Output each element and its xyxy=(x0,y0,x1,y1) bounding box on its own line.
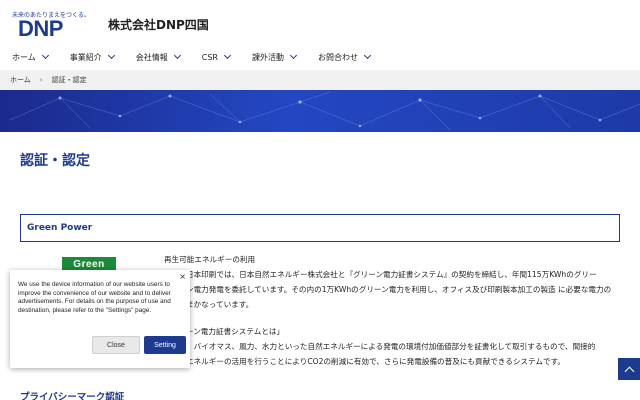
site-header: 未来のあたりまえをつくる。 DNP 株式会社DNP四国 xyxy=(0,0,640,44)
chevron-up-icon xyxy=(624,366,634,376)
chevron-down-icon xyxy=(363,51,372,60)
nav-item-label: 課外活動 xyxy=(252,52,284,62)
dnp-logo[interactable]: 未来のあたりまえをつくる。 DNP xyxy=(12,10,90,41)
cookie-setting-button[interactable]: Setting xyxy=(144,336,186,354)
paragraph-line: 、バイオマス、風力、水力といった自然エネルギーによる発電の環境付加価値部分を証書… xyxy=(186,342,596,351)
nav-item-contact[interactable]: お問合わせ xyxy=(318,51,372,63)
nav-item-label: 会社情報 xyxy=(135,52,168,62)
nav-item-business[interactable]: 事業紹介 xyxy=(69,51,115,63)
cookie-consent-dialog: × We use the device information of our w… xyxy=(10,270,190,368)
company-name[interactable]: 株式会社DNP四国 xyxy=(108,16,209,33)
paragraph-line: エネルギーの活用を行うことによりCO2の削減に有効で、さらに発電設備の普及にも貢… xyxy=(186,357,566,366)
paragraph-line: まかなっています。 xyxy=(186,300,254,309)
breadcrumb-current: 認証・認定 xyxy=(51,76,87,84)
cookie-message: We use the device information of our web… xyxy=(18,281,171,314)
close-icon[interactable]: × xyxy=(179,272,186,281)
main-nav: ホーム 事業紹介 会社情報 CSR 課外活動 お問合わせ xyxy=(0,44,640,70)
cookie-close-button[interactable]: Close xyxy=(92,336,140,354)
nav-item-label: ホーム xyxy=(12,52,36,62)
nav-item-label: 事業紹介 xyxy=(69,52,102,62)
breadcrumb: ホーム › 認証・認定 xyxy=(0,70,640,90)
breadcrumb-home[interactable]: ホーム xyxy=(10,75,31,85)
paragraph-line: 再生可能エネルギーの利用 xyxy=(164,255,256,264)
section-heading-green-power: Green Power xyxy=(20,214,620,242)
nav-item-home[interactable]: ホーム xyxy=(12,51,49,63)
chevron-down-icon xyxy=(107,51,115,60)
breadcrumb-separator: › xyxy=(39,76,43,84)
paragraph-line: 日本印刷では、日本自然エネルギー株式会社と『グリーン電力証書システム』の契約を締… xyxy=(186,270,597,279)
chevron-down-icon xyxy=(173,51,181,60)
nav-item-csr[interactable]: CSR xyxy=(201,51,232,62)
nav-item-label: CSR xyxy=(201,52,218,62)
network-pattern-image xyxy=(9,91,640,131)
hero-banner xyxy=(0,90,640,132)
logo-mark: DNP xyxy=(18,16,63,41)
section-heading-text: Green Power xyxy=(27,223,93,233)
page-title: 認証・認定 xyxy=(20,153,90,169)
nav-item-company[interactable]: 会社情報 xyxy=(135,51,181,63)
chevron-down-icon xyxy=(41,51,49,60)
scroll-top-button[interactable] xyxy=(618,358,640,380)
nav-item-activities[interactable]: 課外活動 xyxy=(252,51,298,63)
paragraph-line: ーン電力証書システムとは」 xyxy=(186,327,285,336)
nav-item-label: お問合わせ xyxy=(318,52,358,62)
paragraph-line: ン電力発電を委託しています。その内の1万KWhのグリーン電力を利用し、オフィス及… xyxy=(186,285,612,294)
chevron-down-icon xyxy=(289,51,298,60)
green-power-logo-text: Green xyxy=(73,259,105,270)
chevron-down-icon xyxy=(223,51,232,60)
section-heading-privacy-mark: プライバシーマーク認証 xyxy=(20,392,125,400)
